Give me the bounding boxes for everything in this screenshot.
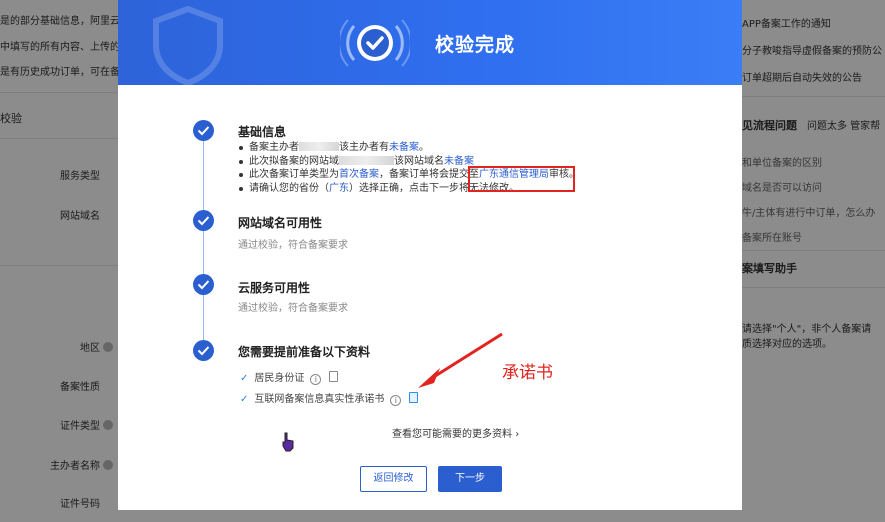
check-icon: ✓ bbox=[240, 394, 249, 405]
info-icon[interactable]: i bbox=[310, 374, 322, 385]
province-link: 广东 bbox=[329, 182, 349, 194]
step-complete-icon bbox=[193, 340, 214, 361]
highlight-box bbox=[468, 166, 575, 192]
document-item-commitment-letter: ✓ 互联网备案信息真实性承诺书 i bbox=[240, 390, 419, 406]
status-link: 未备案 bbox=[389, 142, 419, 153]
status-link: 未备案 bbox=[444, 155, 474, 167]
verification-dialog: 校验完成 基础信息 备案主办者 该主办者有未备案。 此次拟备案的网站域 该网站域名未… bbox=[118, 0, 742, 510]
dialog-header: 校验完成 bbox=[118, 0, 742, 85]
info-icon[interactable]: i bbox=[390, 395, 402, 406]
step-title-cloud-availability: 云服务可用性 bbox=[238, 281, 311, 295]
step-title-domain-availability: 网站域名可用性 bbox=[238, 216, 323, 230]
annotation-arrow-icon bbox=[418, 332, 503, 388]
list-item: 备案主办者 该主办者有未备案。 bbox=[237, 141, 579, 155]
annotation-label: 承诺书 bbox=[502, 363, 553, 383]
mouse-cursor-icon bbox=[282, 432, 294, 452]
step-title-required-documents: 您需要提前准备以下资料 bbox=[238, 345, 371, 359]
step-desc: 通过校验，符合备案要求 bbox=[238, 303, 348, 314]
step-title-basic-info: 基础信息 bbox=[238, 125, 287, 139]
timeline-line bbox=[203, 230, 204, 274]
document-icon[interactable] bbox=[329, 371, 339, 382]
next-step-button[interactable]: 下一步 bbox=[438, 466, 502, 492]
redacted-text bbox=[299, 142, 339, 151]
timeline-line bbox=[203, 141, 204, 210]
step-complete-icon bbox=[193, 120, 214, 141]
step-desc: 通过校验，符合备案要求 bbox=[238, 240, 348, 251]
more-documents-link[interactable]: 查看您可能需要的更多资料 › bbox=[392, 425, 519, 440]
timeline-line bbox=[203, 295, 204, 341]
check-icon: ✓ bbox=[240, 373, 249, 384]
dialog-title: 校验完成 bbox=[435, 34, 516, 56]
document-item-id-card: ✓ 居民身份证 i bbox=[240, 369, 339, 385]
step-complete-icon bbox=[193, 274, 214, 295]
check-circle-icon bbox=[340, 19, 410, 67]
step-complete-icon bbox=[193, 210, 214, 231]
order-type-link: 首次备案 bbox=[339, 169, 379, 180]
chevron-right-icon: › bbox=[515, 429, 520, 440]
redacted-text bbox=[339, 155, 394, 165]
back-edit-button[interactable]: 返回修改 bbox=[360, 466, 427, 492]
shield-icon bbox=[153, 5, 223, 85]
